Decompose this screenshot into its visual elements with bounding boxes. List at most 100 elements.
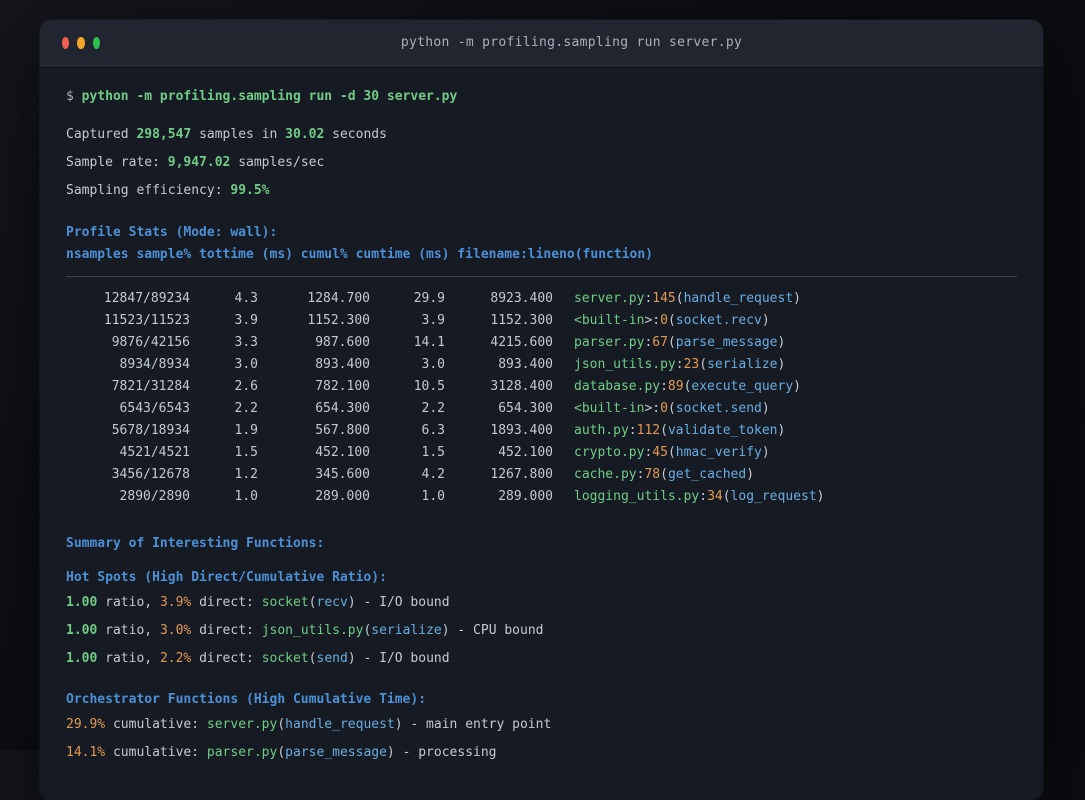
- role-note: - main entry point: [402, 717, 552, 732]
- close-paren: ): [816, 489, 825, 504]
- rate-label: Sample rate:: [66, 155, 168, 170]
- separator: :: [675, 357, 684, 372]
- stats-row: 7821/31284 2.6 782.100 10.5 3128.400 database…: [66, 376, 1017, 398]
- ratio-value: 1.00: [66, 623, 98, 638]
- direct-label: direct:: [191, 623, 262, 638]
- function-name: recv: [316, 595, 348, 610]
- cumtime-cell: 1267.800: [490, 467, 553, 482]
- sample-pct-cell: 1.0: [234, 489, 258, 504]
- file-name: logging_utils.py: [574, 489, 700, 504]
- close-paren: ): [793, 291, 801, 306]
- stats-row: 9876/42156 3.3 987.600 14.1 4215.600 parser.p…: [66, 332, 1017, 354]
- location-cell: cache.py:78(get_cached): [574, 467, 754, 482]
- line-number: 78: [644, 467, 661, 482]
- open-paren: (: [308, 651, 317, 666]
- separator: :: [699, 489, 708, 504]
- open-paren: (: [667, 313, 676, 328]
- hot-spot-line: 1.00 ratio, 2.2% direct: socket(send) - …: [66, 648, 1017, 670]
- tottime-cell: 289.000: [315, 489, 370, 504]
- cumul-pct-cell: 6.3: [421, 423, 445, 438]
- cumulative-pct: 14.1%: [66, 745, 106, 760]
- file-name: crypto.py: [574, 445, 645, 460]
- nsamples-cell: 6543/6543: [119, 401, 190, 416]
- maximize-button[interactable]: [92, 36, 100, 49]
- cumulative-label: cumulative:: [105, 745, 207, 760]
- function-name: log_request: [730, 489, 817, 504]
- line-number: 112: [636, 423, 661, 438]
- separator: :: [628, 423, 637, 438]
- ratio-label: ratio,: [97, 651, 160, 666]
- cumtime-cell: 3128.400: [490, 379, 553, 394]
- file-name: database.py: [574, 379, 661, 394]
- sample-pct-cell: 2.2: [234, 401, 258, 416]
- close-paren: ): [394, 717, 403, 732]
- role-note: - processing: [394, 745, 497, 760]
- tottime-cell: 782.100: [315, 379, 370, 394]
- direct-label: direct:: [191, 595, 262, 610]
- sample-pct-cell: 3.3: [234, 335, 258, 350]
- open-paren: (: [667, 335, 676, 350]
- line-number: 45: [652, 445, 668, 460]
- orchestrator-line: 14.1% cumulative: parser.py(parse_messag…: [66, 742, 1017, 764]
- cumtime-cell: 1893.400: [490, 423, 553, 438]
- ratio-value: 1.00: [66, 595, 98, 610]
- tottime-cell: 987.600: [315, 335, 370, 350]
- sample-rate-line: Sample rate: 9,947.02 samples/sec: [66, 152, 1017, 174]
- orchestrator-line: 29.9% cumulative: server.py(handle_reque…: [66, 714, 1017, 736]
- stats-heading: Profile Stats (Mode: wall):: [66, 225, 278, 240]
- stats-row: 5678/18934 1.9 567.800 6.3 1893.400 auth.py:1…: [66, 420, 1017, 442]
- tottime-cell: 452.100: [315, 445, 370, 460]
- direct-pct: 3.9%: [159, 595, 192, 610]
- open-paren: (: [699, 357, 708, 372]
- ratio-label: ratio,: [97, 623, 160, 638]
- bound-note: - I/O bound: [355, 651, 450, 666]
- terminal-output: $ python -m profiling.sampling run -d 30…: [40, 66, 1043, 764]
- hot-spots-heading: Hot Spots (High Direct/Cumulative Ratio)…: [66, 570, 387, 585]
- close-paren: ): [441, 623, 450, 638]
- ratio-label: ratio,: [97, 595, 160, 610]
- command-line: $ python -m profiling.sampling run -d 30…: [66, 86, 1017, 108]
- separator: >:: [644, 401, 661, 416]
- summary-heading: Summary of Interesting Functions:: [66, 536, 325, 551]
- tottime-cell: 893.400: [315, 357, 370, 372]
- captured-line: Captured 298,547 samples in 30.02 second…: [66, 124, 1017, 146]
- file-name: cache.py: [574, 467, 637, 482]
- title-bar: python -m profiling.sampling run server.…: [40, 20, 1043, 66]
- cumul-pct-cell: 3.0: [421, 357, 445, 372]
- file-name: socket: [261, 595, 309, 610]
- close-button[interactable]: [62, 36, 70, 49]
- nsamples-cell: 12847/89234: [103, 291, 190, 306]
- open-paren: (: [667, 401, 676, 416]
- cumul-pct-cell: 10.5: [413, 379, 445, 394]
- open-paren: (: [660, 423, 668, 438]
- line-number: 89: [667, 379, 684, 394]
- nsamples-cell: 4521/4521: [119, 445, 190, 460]
- bound-note: - I/O bound: [355, 595, 450, 610]
- samples-count: 298,547: [136, 127, 192, 142]
- minimize-button[interactable]: [77, 36, 85, 49]
- file-name: <built-in: [574, 401, 645, 416]
- direct-label: direct:: [191, 651, 262, 666]
- location-cell: parser.py:67(parse_message): [574, 335, 785, 350]
- stats-row: 2890/2890 1.0 289.000 1.0 289.000 logging_uti…: [66, 486, 1017, 508]
- line-number: 34: [707, 489, 723, 504]
- tottime-cell: 1284.700: [307, 291, 370, 306]
- close-paren: ): [793, 379, 801, 394]
- sample-pct-cell: 1.2: [234, 467, 258, 482]
- cumtime-cell: 1152.300: [490, 313, 553, 328]
- sample-pct-cell: 4.3: [234, 291, 258, 306]
- function-name: socket.recv: [675, 313, 762, 328]
- open-paren: (: [667, 445, 676, 460]
- open-paren: (: [277, 717, 286, 732]
- close-paren: ): [777, 335, 786, 350]
- cumtime-cell: 893.400: [498, 357, 553, 372]
- close-paren: ): [746, 467, 755, 482]
- efficiency-value: 99.5%: [230, 183, 270, 198]
- cumulative-pct: 29.9%: [66, 717, 106, 732]
- file-name: server.py: [574, 291, 645, 306]
- command-text: python -m profiling.sampling run -d 30 s…: [81, 89, 458, 104]
- traffic-lights: [40, 36, 100, 49]
- cumulative-label: cumulative:: [105, 717, 207, 732]
- stats-row: 6543/6543 2.2 654.300 2.2 654.300 <built-in>:…: [66, 398, 1017, 420]
- cumul-pct-cell: 1.0: [421, 489, 445, 504]
